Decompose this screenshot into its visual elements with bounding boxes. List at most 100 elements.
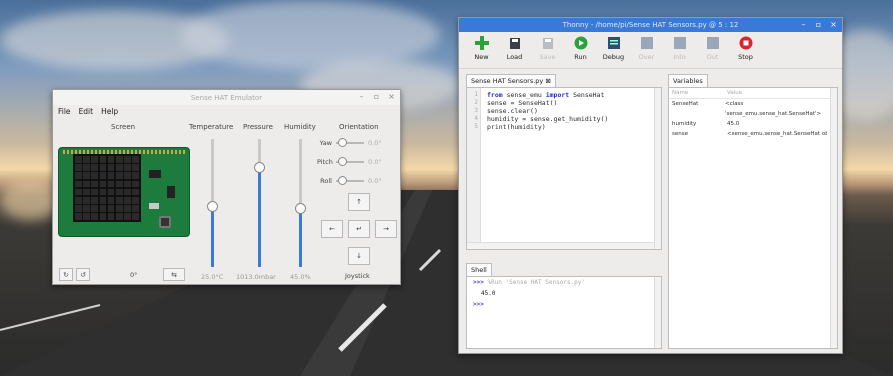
menu-file[interactable]: File xyxy=(58,107,71,116)
led-pixel xyxy=(132,156,139,163)
maximize-button[interactable]: ▫ xyxy=(814,20,823,29)
temperature-knob[interactable] xyxy=(207,201,218,212)
led-pixel xyxy=(91,205,99,212)
stop-button[interactable]: Stop xyxy=(729,36,762,64)
rotation-value: 0° xyxy=(130,271,138,279)
shell-prompt: >>> xyxy=(473,279,484,286)
editor-horizontal-scrollbar[interactable] xyxy=(467,242,654,249)
pitch-slider[interactable] xyxy=(336,157,364,166)
shell-console[interactable]: >>> %Run 'Sense HAT Sensors.py' 45.0 >>> xyxy=(466,276,662,349)
led-pixel xyxy=(91,196,99,204)
led-pixel xyxy=(115,205,123,212)
step-into-button[interactable]: Into xyxy=(663,36,696,64)
joystick-enter-button[interactable]: ↵ xyxy=(348,220,370,238)
sense-menubar: File Edit Help xyxy=(53,105,400,118)
led-pixel xyxy=(83,196,90,204)
editor-vertical-scrollbar[interactable] xyxy=(654,88,661,249)
new-button[interactable]: New xyxy=(465,36,498,64)
led-pixel xyxy=(83,172,90,180)
led-pixel xyxy=(99,213,107,220)
thonny-titlebar[interactable]: Thonny - /home/pi/Sense HAT Sensors.py @… xyxy=(459,18,842,32)
led-pixel xyxy=(115,196,123,204)
shell-tab[interactable]: Shell xyxy=(466,263,492,276)
variables-tab[interactable]: Variables xyxy=(668,74,708,87)
close-button[interactable]: × xyxy=(829,20,838,29)
step-out-button[interactable]: Out xyxy=(696,36,729,64)
thonny-window: Thonny - /home/pi/Sense HAT Sensors.py @… xyxy=(458,17,843,354)
joystick-component xyxy=(159,216,171,228)
led-pixel xyxy=(115,164,123,171)
led-pixel xyxy=(107,205,115,212)
variable-row[interactable]: SenseHat <class 'sense_emu.sense_hat.Sens… xyxy=(669,99,837,119)
sensor-chip xyxy=(167,186,175,198)
led-pixel xyxy=(124,172,131,180)
code-text: sense_emu xyxy=(502,91,546,99)
pitch-label: Pitch xyxy=(317,158,333,166)
variables-scrollbar[interactable] xyxy=(830,88,837,348)
humidity-knob[interactable] xyxy=(295,203,306,214)
joystick-left-button[interactable]: ← xyxy=(321,220,343,238)
save-label: Save xyxy=(539,53,556,61)
rotate-right-button[interactable]: ↺ xyxy=(76,268,90,281)
editor-tab[interactable]: Sense HAT Sensors.py ⊠ xyxy=(466,74,556,87)
shell-input-line[interactable]: >>> xyxy=(467,299,661,310)
code-text: sense.clear() xyxy=(487,107,538,115)
led-pixel xyxy=(75,205,82,212)
variable-row[interactable]: humidity 45.0 xyxy=(669,119,837,129)
code-line: sense.clear() xyxy=(487,107,608,115)
humidity-label: Humidity xyxy=(284,123,316,131)
joystick-down-button[interactable]: ↓ xyxy=(348,247,370,265)
yaw-knob[interactable] xyxy=(338,138,347,147)
led-pixel xyxy=(107,188,115,196)
roll-slider[interactable] xyxy=(336,176,364,185)
code-line: humidity = sense.get_humidity() xyxy=(487,115,608,123)
sensor-chip xyxy=(149,170,161,178)
run-button[interactable]: Run xyxy=(564,36,597,64)
yaw-control: Yaw 0.0° xyxy=(317,138,382,147)
sense-hat-emulator-window: Sense HAT Emulator – ▫ × File Edit Help … xyxy=(52,89,401,285)
led-matrix[interactable] xyxy=(73,154,141,222)
yaw-slider[interactable] xyxy=(336,138,364,147)
stop-label: Stop xyxy=(738,53,753,61)
maximize-button[interactable]: ▫ xyxy=(372,92,381,101)
pitch-knob[interactable] xyxy=(338,157,347,166)
led-pixel xyxy=(91,180,99,188)
roll-knob[interactable] xyxy=(338,176,347,185)
sense-emulator-titlebar[interactable]: Sense HAT Emulator – ▫ × xyxy=(53,90,400,105)
pressure-knob[interactable] xyxy=(254,162,265,173)
screen-label: Screen xyxy=(111,123,136,131)
step-over-button[interactable]: Over xyxy=(630,36,663,64)
shell-scrollbar[interactable] xyxy=(654,277,661,348)
shell-output: 45.0 xyxy=(481,290,496,297)
menu-help[interactable]: Help xyxy=(101,107,118,116)
menu-edit[interactable]: Edit xyxy=(79,107,94,116)
rotate-left-button[interactable]: ↻ xyxy=(59,268,73,281)
yaw-label: Yaw xyxy=(319,139,332,147)
variables-name-header: Name xyxy=(672,90,689,96)
code-line: print(humidity) xyxy=(487,123,608,131)
minimize-button[interactable]: – xyxy=(357,92,366,101)
line-number: 5 xyxy=(474,123,478,130)
led-pixel xyxy=(75,196,82,204)
code-keyword: from xyxy=(487,91,503,99)
minimize-button[interactable]: – xyxy=(799,20,808,29)
led-pixel xyxy=(99,164,107,171)
led-pixel xyxy=(132,205,139,212)
load-button[interactable]: Load xyxy=(498,36,531,64)
pressure-value: 1013.0mbar xyxy=(236,273,276,281)
joystick-up-button[interactable]: ↑ xyxy=(348,193,370,211)
variable-row[interactable]: sense <sense_emu.sense_hat.SenseHat objec… xyxy=(669,129,837,139)
save-button[interactable]: Save xyxy=(531,36,564,64)
close-button[interactable]: × xyxy=(387,92,396,101)
led-pixel xyxy=(75,172,82,180)
step-over-icon xyxy=(640,36,654,50)
led-pixel xyxy=(124,196,131,204)
pitch-value: 0.0° xyxy=(368,158,382,166)
flip-button[interactable]: ⇆ xyxy=(163,268,185,281)
code-editor[interactable]: 1 2 3 4 5 from sense_emu import SenseHat… xyxy=(466,87,662,250)
joystick-right-button[interactable]: → xyxy=(375,220,397,238)
variables-panel: Name Value SenseHat <class 'sense_emu.sen… xyxy=(668,87,838,349)
save-icon xyxy=(541,36,555,50)
humidity-fill xyxy=(299,208,302,267)
debug-button[interactable]: Debug xyxy=(597,36,630,64)
